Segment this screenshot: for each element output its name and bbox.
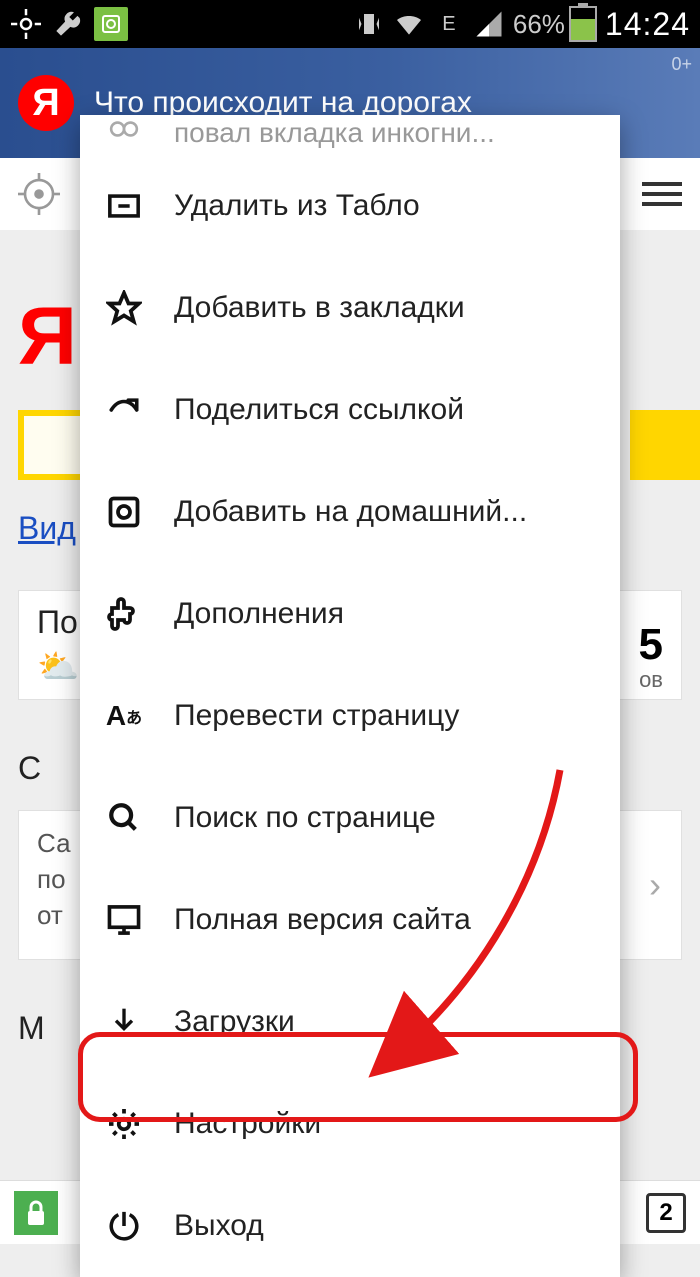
hamburger-menu-button[interactable]	[642, 182, 682, 206]
menu-item-add-home[interactable]: Добавить на домашний...	[80, 461, 620, 563]
menu-item-extensions[interactable]: Дополнения	[80, 563, 620, 665]
age-badge: 0+	[671, 54, 692, 75]
section-header-2: М	[18, 1010, 45, 1047]
remove-icon	[104, 186, 144, 226]
menu-item-share-link[interactable]: Поделиться ссылкой	[80, 359, 620, 461]
menu-label: Поделиться ссылкой	[174, 393, 464, 427]
wrench-icon	[52, 8, 84, 40]
temperature: 5	[639, 620, 663, 670]
menu-item-desktop-site[interactable]: Полная версия сайта	[80, 869, 620, 971]
menu-item-downloads[interactable]: Загрузки	[80, 971, 620, 1073]
location-icon[interactable]	[18, 173, 60, 215]
clock: 14:24	[605, 6, 690, 43]
wifi-icon	[393, 8, 425, 40]
overflow-menu: повал вкладка инкогни... Удалить из Табл…	[80, 115, 620, 1277]
menu-label: Дополнения	[174, 597, 344, 631]
battery-percent: 66%	[513, 9, 565, 40]
app-icon	[94, 7, 128, 41]
menu-label: Удалить из Табло	[174, 189, 420, 223]
menu-item-settings[interactable]: Настройки	[80, 1073, 620, 1175]
battery-indicator: 66%	[513, 6, 597, 42]
menu-label: Перевести страницу	[174, 699, 459, 733]
menu-item-incognito[interactable]: повал вкладка инкогни...	[80, 115, 620, 155]
menu-label: Добавить в закладки	[174, 291, 465, 325]
page-logo: Я	[18, 290, 77, 384]
temp-suffix: ов	[639, 667, 663, 693]
chevron-right-icon: ›	[649, 867, 661, 903]
menu-label: Загрузки	[174, 1005, 295, 1039]
incognito-icon	[104, 115, 144, 149]
menu-item-find-page[interactable]: Поиск по странице	[80, 767, 620, 869]
video-link[interactable]: Вид	[18, 510, 76, 547]
add-home-icon	[104, 492, 144, 532]
search-box-fragment	[18, 410, 88, 480]
search-icon	[104, 798, 144, 838]
signal-icon	[473, 8, 505, 40]
translate-icon: Aあ	[104, 696, 144, 736]
yandex-logo: Я	[18, 75, 74, 131]
menu-item-translate[interactable]: Aあ Перевести страницу	[80, 665, 620, 767]
gear-icon	[104, 1104, 144, 1144]
vibrate-icon	[353, 8, 385, 40]
status-bar: E 66% 14:24	[0, 0, 700, 48]
share-icon	[104, 390, 144, 430]
menu-item-add-bookmark[interactable]: Добавить в закладки	[80, 257, 620, 359]
star-icon	[104, 288, 144, 328]
gps-icon	[10, 8, 42, 40]
menu-label: Поиск по странице	[174, 801, 436, 835]
menu-label: Полная версия сайта	[174, 903, 471, 937]
menu-label: Добавить на домашний...	[174, 495, 527, 529]
menu-item-exit[interactable]: Выход	[80, 1175, 620, 1277]
monitor-icon	[104, 900, 144, 940]
search-button-fragment	[630, 410, 700, 480]
weather-icon: ⛅	[37, 647, 79, 687]
power-icon	[104, 1206, 144, 1246]
lock-icon[interactable]	[14, 1191, 58, 1235]
section-header: С	[18, 750, 41, 787]
menu-label: Настройки	[174, 1107, 321, 1141]
puzzle-icon	[104, 594, 144, 634]
menu-label: Выход	[174, 1209, 264, 1243]
download-icon	[104, 1002, 144, 1042]
net-type: E	[433, 8, 465, 40]
tabs-button[interactable]: 2	[646, 1193, 686, 1233]
menu-item-remove-tablo[interactable]: Удалить из Табло	[80, 155, 620, 257]
weather-label: По	[37, 604, 79, 641]
